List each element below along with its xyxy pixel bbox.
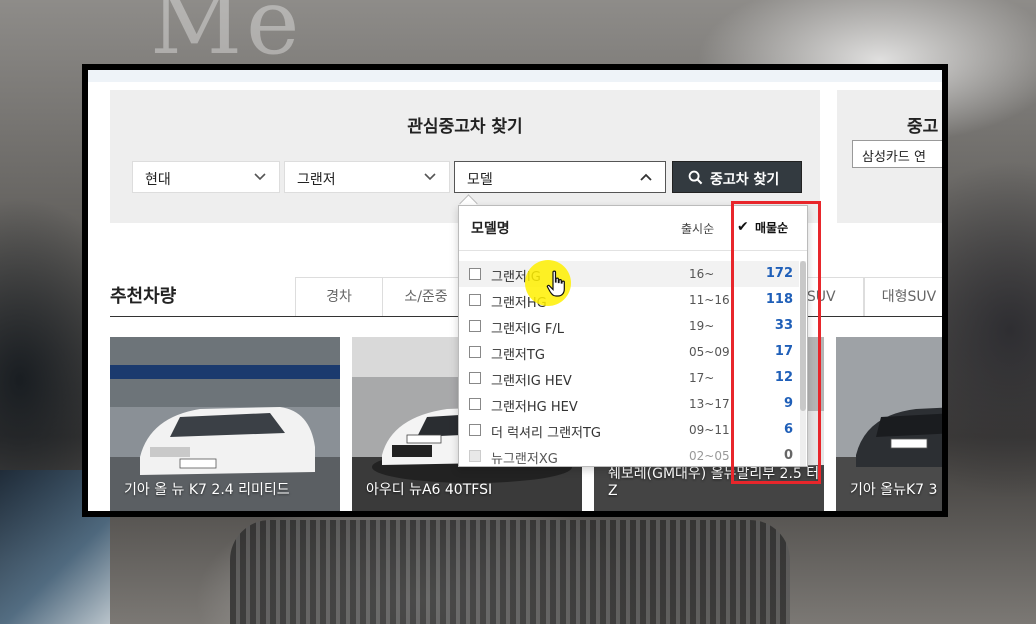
hand-cursor-icon — [546, 270, 565, 297]
car-card-title: 아우디 뉴A6 40TFSI — [366, 482, 493, 498]
tab-small-mid[interactable]: 소/준중 — [382, 277, 470, 317]
model-checkbox[interactable] — [469, 294, 481, 306]
maker-select[interactable]: 현대 — [132, 161, 280, 193]
top-strip — [88, 70, 942, 82]
card-select-value: 삼성카드 연 — [862, 150, 926, 165]
model-option-years: 05~09 — [689, 345, 730, 359]
car-card[interactable]: 기아 올뉴K7 3 — [836, 337, 942, 511]
model-select-value: 모델 — [467, 172, 493, 188]
car-card-title: 기아 올뉴K7 3 — [850, 482, 938, 498]
model-group-select[interactable]: 그랜저 — [284, 161, 450, 193]
car-card[interactable]: 기아 올 뉴 K7 2.4 리미티드 — [110, 337, 340, 511]
model-checkbox[interactable] — [469, 320, 481, 332]
find-used-car-button[interactable]: 중고차 찾기 — [672, 161, 802, 193]
search-icon — [688, 170, 703, 185]
model-checkbox[interactable] — [469, 398, 481, 410]
chevron-down-icon — [254, 173, 266, 181]
model-option-years: 17~ — [689, 371, 715, 385]
card-select[interactable]: 삼성카드 연 — [852, 140, 942, 168]
model-option-name: 그랜저TG — [491, 348, 545, 363]
model-option-years: 13~17 — [689, 397, 730, 411]
model-group-select-value: 그랜저 — [297, 172, 336, 188]
tab-compact[interactable]: 경차 — [295, 277, 383, 317]
model-checkbox[interactable] — [469, 424, 481, 436]
search-title: 관심중고차 찾기 — [407, 117, 523, 137]
sort-by-release-button[interactable]: 출시순 — [681, 220, 714, 237]
maker-select-value: 현대 — [145, 172, 171, 188]
find-used-car-button-label: 중고차 찾기 — [710, 172, 780, 188]
background-grille — [230, 520, 790, 624]
model-option-name: 뉴그랜저XG — [491, 452, 558, 467]
model-option-name: 그랜저HG HEV — [491, 400, 578, 415]
column-model-name: 모델명 — [471, 221, 510, 237]
car-card-title: 기아 올 뉴 K7 2.4 리미티드 — [124, 482, 290, 498]
model-option-years: 11~16 — [689, 293, 730, 307]
car-card-title-line2: Z — [608, 483, 618, 499]
model-option-years: 16~ — [689, 267, 715, 281]
chevron-down-icon — [424, 173, 436, 181]
model-select[interactable]: 모델 — [454, 161, 666, 193]
side-panel: 중고 삼성카드 연 — [837, 90, 942, 223]
recommended-vehicles-title: 추천차량 — [110, 286, 177, 307]
model-checkbox-disabled — [469, 450, 481, 462]
model-checkbox[interactable] — [469, 372, 481, 384]
model-checkbox[interactable] — [469, 346, 481, 358]
screenshot-frame: 관심중고차 찾기 현대 그랜저 모델 중고차 찾기 중고 삼성카드 연 추천차량… — [82, 64, 948, 517]
model-option-years: 19~ — [689, 319, 715, 333]
model-option-years: 02~05 — [689, 449, 730, 463]
side-panel-title: 중고 — [907, 117, 939, 137]
model-option-name: 그랜저IG F/L — [491, 322, 565, 337]
model-option-name: 그랜저IG HEV — [491, 374, 572, 389]
model-option-name: 더 럭셔리 그랜저TG — [491, 426, 601, 441]
annotation-highlight-box — [731, 201, 821, 484]
chevron-up-icon — [640, 173, 652, 181]
model-checkbox[interactable] — [469, 268, 481, 280]
model-option-years: 09~11 — [689, 423, 730, 437]
tab-large-suv[interactable]: 대형SUV — [864, 277, 942, 317]
